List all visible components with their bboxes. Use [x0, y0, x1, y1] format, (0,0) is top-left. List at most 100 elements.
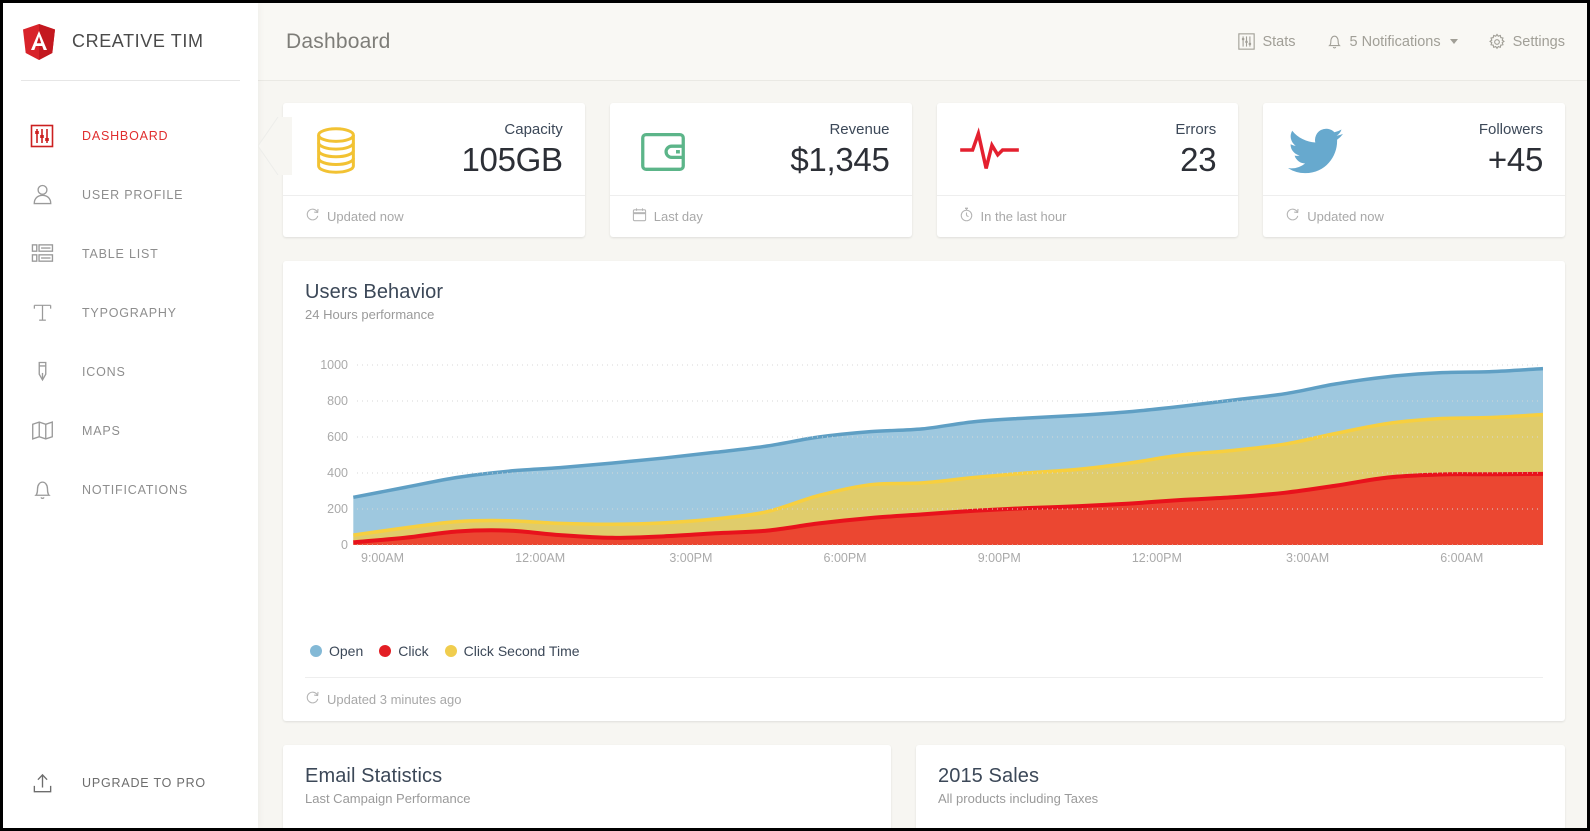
stat-cards-row: Capacity 105GB Updated now Revenue $1,34… [283, 103, 1565, 237]
x-axis-tick-label: 9:00AM [361, 551, 404, 565]
bottom-cards-row: Email Statistics Last Campaign Performan… [283, 745, 1565, 828]
twitter-icon [1285, 121, 1347, 181]
upgrade-to-pro-button[interactable]: UPGRADE TO PRO [3, 770, 258, 796]
x-axis-tick-label: 12:00AM [515, 551, 565, 565]
typography-t-icon [29, 300, 55, 326]
legend-label: Open [329, 643, 364, 659]
card-title: Users Behavior [305, 281, 444, 303]
refresh-icon [1285, 207, 1300, 225]
x-axis-tick-label: 3:00AM [1286, 551, 1329, 565]
legend-item-click-second-time: Click Second Time [444, 643, 580, 659]
bell-icon [29, 477, 55, 503]
sidebar-item-label: DASHBOARD [82, 128, 169, 143]
brand[interactable]: CREATIVE TIM [21, 3, 240, 81]
stat-label: Followers [1478, 121, 1543, 139]
legend-item-click: Click [379, 643, 429, 659]
gear-icon [1488, 32, 1506, 51]
map-icon [29, 418, 55, 444]
sidebar-item-typography[interactable]: TYPOGRAPHY [3, 283, 258, 342]
refresh-icon [305, 207, 320, 225]
sidebar-nav: DASHBOARD USER PROFILE TABLE LIST TYPOGR… [3, 106, 258, 519]
topnav-label: 5 Notifications [1349, 33, 1441, 50]
pen-icon [29, 359, 55, 385]
stat-card-revenue: Revenue $1,345 Last day [609, 103, 912, 237]
chevron-down-icon [1449, 39, 1458, 44]
stat-value: +45 [1487, 140, 1543, 178]
sidebar-item-label: TABLE LIST [82, 246, 159, 261]
bell-icon [1326, 33, 1343, 50]
stat-text: Followers +45 [1479, 122, 1543, 180]
email-statistics-card: Email Statistics Last Campaign Performan… [283, 745, 891, 828]
card-subtitle: Last Campaign Performance [305, 791, 471, 806]
sidebar-item-label: ICONS [82, 364, 126, 379]
stat-footer-label: Last day [653, 208, 703, 224]
legend-dot [310, 645, 322, 657]
wallet-icon [632, 121, 694, 181]
stat-footer-label: Updated now [327, 208, 404, 224]
angular-shield-icon [21, 23, 57, 61]
stat-value: $1,345 [790, 140, 890, 178]
users-behavior-card: Users Behavior 24 Hours performance 0 200… [283, 261, 1565, 721]
stat-body: Errors 23 [937, 103, 1239, 195]
topnav-label: Settings [1512, 33, 1565, 50]
stat-text: Revenue $1,345 [790, 122, 889, 180]
x-axis-tick-label: 6:00AM [1440, 551, 1483, 565]
legend-dot [379, 645, 392, 657]
upload-box-icon [29, 770, 55, 796]
sidebar-item-icons[interactable]: ICONS [3, 342, 258, 401]
topnav-label: Stats [1262, 33, 1296, 50]
stat-card-followers: Followers +45 Updated now [1263, 103, 1565, 237]
topbar-nav: Stats 5 Notifications Settings [1238, 32, 1565, 51]
sidebar-item-notifications[interactable]: NOTIFICATIONS [3, 460, 258, 519]
sidebar-item-label: MAPS [82, 423, 121, 438]
y-axis-tick-label: 1000 [320, 358, 348, 372]
legend-item-open: Open [310, 643, 363, 659]
x-axis-tick-label: 3:00PM [669, 551, 712, 565]
stat-footer-label: In the last hour [980, 208, 1067, 224]
brand-name: CREATIVE TIM [72, 31, 204, 51]
stat-body: Revenue $1,345 [610, 103, 912, 195]
chart-footer: Updated 3 minutes ago [305, 677, 1543, 721]
topnav-settings[interactable]: Settings [1488, 32, 1565, 51]
y-axis-tick-label: 400 [327, 466, 348, 480]
sidebar-item-dashboard[interactable]: DASHBOARD [3, 106, 258, 165]
sidebar-item-label: USER PROFILE [82, 187, 184, 202]
chart-axis-overlay: 0 200 400 600 800 1000 9:00AM 12:00AM 3:00PM 6:00… [320, 358, 1539, 565]
pulse-icon [959, 121, 1021, 181]
sliders-dashboard-icon [29, 123, 55, 149]
stat-footer: Updated now [283, 195, 585, 237]
stat-footer: In the last hour [936, 195, 1239, 237]
sidebar-item-label: NOTIFICATIONS [82, 482, 188, 497]
sidebar: CREATIVE TIM DASHBOARD USER PROFILE TABL… [3, 3, 258, 828]
topnav-stats[interactable]: Stats [1238, 33, 1296, 50]
stat-value: 105GB [461, 140, 564, 178]
sidebar-item-user-profile[interactable]: USER PROFILE [3, 165, 258, 224]
card-subtitle: 24 Hours performance [305, 307, 435, 322]
chart-legend: Open Click Click Second Time [305, 643, 1543, 659]
stat-value: 23 [1180, 140, 1217, 178]
legend-label: Click Second Time [463, 643, 580, 659]
x-axis-tick-label: 6:00PM [824, 551, 867, 565]
stat-body: Followers +45 [1263, 103, 1565, 195]
sidebar-item-maps[interactable]: MAPS [3, 401, 258, 460]
stat-body: Capacity 105GB [283, 103, 585, 195]
table-list-icon [29, 241, 55, 267]
database-icon [305, 121, 367, 181]
legend-label: Click [398, 643, 429, 659]
stat-label: Revenue [829, 121, 890, 139]
page-title: Dashboard [286, 29, 391, 53]
y-axis-tick-label: 800 [327, 394, 348, 408]
stat-footer: Last day [609, 195, 912, 237]
x-axis-tick-label: 12:00PM [1132, 551, 1182, 565]
legend-dot [444, 645, 457, 657]
stat-card-errors: Errors 23 In the last hour [936, 103, 1239, 237]
calendar-icon [632, 207, 647, 225]
x-axis-tick-label: 9:00PM [978, 551, 1021, 565]
topnav-notifications[interactable]: 5 Notifications [1326, 33, 1458, 50]
sidebar-item-label: TYPOGRAPHY [82, 305, 177, 320]
chart-footer-label: Updated 3 minutes ago [327, 691, 462, 707]
app-window: CREATIVE TIM DASHBOARD USER PROFILE TABL… [0, 0, 1590, 831]
stat-card-capacity: Capacity 105GB Updated now [283, 103, 585, 237]
content: Capacity 105GB Updated now Revenue $1,34… [258, 81, 1587, 828]
sidebar-item-table-list[interactable]: TABLE LIST [3, 224, 258, 283]
